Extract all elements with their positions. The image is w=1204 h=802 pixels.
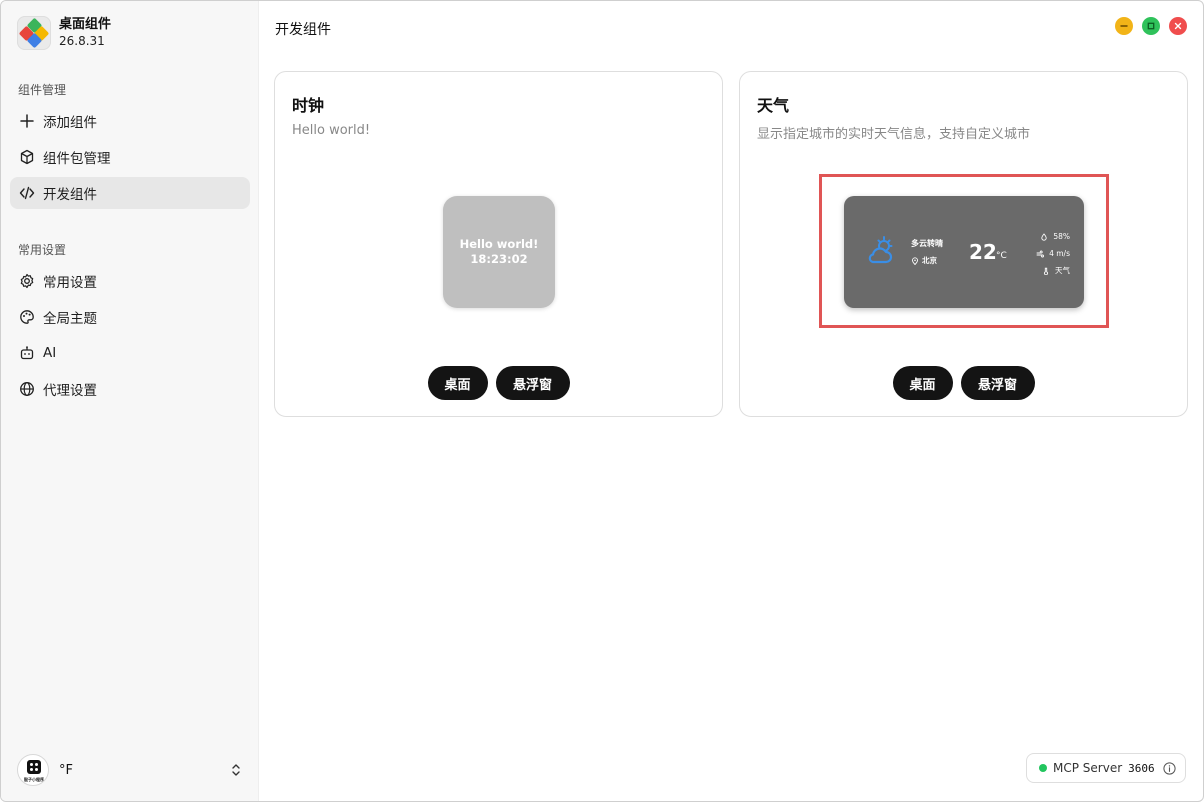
weather-label-row: 天气 <box>1036 262 1070 279</box>
sidebar-item-package-management[interactable]: 组件包管理 <box>10 141 250 173</box>
minimize-button[interactable] <box>1115 17 1133 35</box>
code-icon <box>19 185 35 201</box>
chevron-up-down-icon[interactable] <box>229 762 243 778</box>
humidity-icon <box>1041 232 1047 241</box>
app-name: 桌面组件 <box>59 17 112 32</box>
wind-icon <box>1036 250 1045 257</box>
sidebar-item-common-settings[interactable]: 常用设置 <box>10 265 250 297</box>
app-version: 26.8.31 <box>59 34 105 48</box>
mcp-server-port: 3606 <box>1128 761 1155 775</box>
user-account-switcher[interactable]: 骰子小程序 °F <box>17 753 243 787</box>
user-name: °F <box>59 762 73 778</box>
minimize-icon <box>1120 25 1128 27</box>
app-window: 桌面组件 26.8.31 组件管理 添加组件 组件包管理 开发组件 常用设置 常… <box>0 0 1204 802</box>
widget-card-weather: 天气 显示指定城市的实时天气信息，支持自定义城市 多云转晴 北京 22 °C 5… <box>739 71 1188 417</box>
widget-card-clock: 时钟 Hello world! Hello world! 18:23:02 桌面… <box>274 71 723 417</box>
sidebar-item-label: 组件包管理 <box>43 151 111 167</box>
weather-label: 天气 <box>1055 266 1070 275</box>
weather-temperature-unit: °C <box>996 251 1007 261</box>
gear-icon <box>19 273 35 289</box>
desktop-button[interactable]: 桌面 <box>892 366 953 400</box>
sidebar: 桌面组件 26.8.31 组件管理 添加组件 组件包管理 开发组件 常用设置 常… <box>1 1 259 801</box>
clock-widget-preview: Hello world! 18:23:02 <box>443 196 555 308</box>
close-icon <box>1174 22 1182 30</box>
card-actions: 桌面 悬浮窗 <box>740 366 1187 400</box>
sidebar-item-label: AI <box>43 345 57 361</box>
globe-icon <box>19 381 35 397</box>
close-button[interactable] <box>1169 17 1187 35</box>
weather-city-name: 北京 <box>922 256 937 265</box>
section-label-widget-management: 组件管理 <box>18 83 67 97</box>
section-label-common-settings: 常用设置 <box>18 243 67 257</box>
mcp-server-status[interactable]: MCP Server 3606 <box>1026 753 1186 783</box>
weather-city: 北京 <box>911 255 937 266</box>
sidebar-item-ai[interactable]: AI <box>10 337 250 369</box>
palette-icon <box>19 309 35 325</box>
desktop-button[interactable]: 桌面 <box>427 366 488 400</box>
window-controls <box>1115 17 1187 35</box>
sidebar-item-label: 代理设置 <box>43 383 97 399</box>
sidebar-item-proxy-settings[interactable]: 代理设置 <box>10 373 250 405</box>
partly-cloudy-icon <box>868 236 893 264</box>
package-icon <box>19 149 35 165</box>
app-logo-icon <box>17 16 51 50</box>
maximize-icon <box>1147 22 1155 30</box>
weather-wind: 4 m/s <box>1036 245 1070 262</box>
sidebar-item-label: 开发组件 <box>43 187 97 203</box>
card-actions: 桌面 悬浮窗 <box>275 366 722 400</box>
weather-widget-preview: 多云转晴 北京 22 °C 58% 4 m/s 天气 <box>844 196 1084 308</box>
thermometer-icon <box>1043 267 1049 275</box>
floating-window-button[interactable]: 悬浮窗 <box>960 366 1035 400</box>
maximize-button[interactable] <box>1142 17 1160 35</box>
clock-preview-time: 18:23:02 <box>470 252 528 266</box>
status-dot-icon <box>1039 764 1047 772</box>
plus-icon <box>19 113 35 129</box>
floating-window-button[interactable]: 悬浮窗 <box>495 366 570 400</box>
weather-humidity-value: 58% <box>1053 232 1070 241</box>
info-icon[interactable] <box>1163 761 1176 775</box>
mcp-server-label: MCP Server <box>1053 761 1123 775</box>
dice-icon <box>27 760 41 774</box>
clock-preview-text: Hello world! <box>459 237 539 251</box>
weather-wind-value: 4 m/s <box>1049 249 1070 258</box>
weather-humidity: 58% <box>1036 228 1070 245</box>
app-header: 桌面组件 26.8.31 <box>17 16 111 50</box>
avatar-caption: 骰子小程序 <box>24 777 44 782</box>
page-title: 开发组件 <box>275 22 331 38</box>
robot-icon <box>19 345 35 361</box>
sidebar-item-label: 全局主题 <box>43 311 97 327</box>
weather-stats: 58% 4 m/s 天气 <box>1036 228 1070 279</box>
card-description: 显示指定城市的实时天气信息，支持自定义城市 <box>757 127 1031 142</box>
weather-condition: 多云转晴 <box>911 239 943 248</box>
app-meta: 桌面组件 26.8.31 <box>59 17 111 49</box>
sidebar-item-add-widget[interactable]: 添加组件 <box>10 105 250 137</box>
sidebar-item-global-theme[interactable]: 全局主题 <box>10 301 250 333</box>
weather-temperature: 22 <box>969 240 997 264</box>
sidebar-item-develop-widget[interactable]: 开发组件 <box>10 177 250 209</box>
card-title: 时钟 <box>292 96 325 115</box>
sidebar-item-label: 常用设置 <box>43 275 97 291</box>
card-title: 天气 <box>757 96 790 115</box>
card-description: Hello world! <box>292 123 371 138</box>
location-pin-icon <box>912 256 918 265</box>
avatar: 骰子小程序 <box>17 754 49 786</box>
sidebar-item-label: 添加组件 <box>43 115 97 131</box>
